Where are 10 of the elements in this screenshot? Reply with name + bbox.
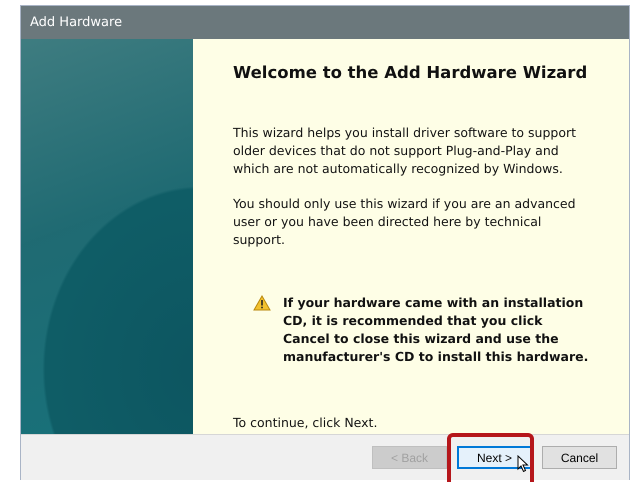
intro-paragraph: This wizard helps you install driver software to support older devices that do not support Plug-and-Play and which are not automatically recognized by Windows. — [233, 124, 578, 178]
intro-paragraph: You should only use this wizard if you are an advanced user or you have been directed here by technical support. — [233, 195, 577, 249]
next-button[interactable]: Next > — [457, 446, 532, 469]
warning-icon — [253, 295, 271, 311]
window-title: Add Hardware — [30, 15, 122, 30]
cancel-button[interactable]: Cancel — [542, 446, 617, 469]
mouse-cursor-icon — [517, 455, 529, 473]
continue-hint: To continue, click Next. — [233, 415, 378, 430]
wizard-heading: Welcome to the Add Hardware Wizard — [233, 63, 588, 82]
warning-text: If your hardware came with an installation CD, it is recommended that you click Cancel to close this wizard and use the manufacturer's CD to install this hardware. — [283, 294, 589, 366]
